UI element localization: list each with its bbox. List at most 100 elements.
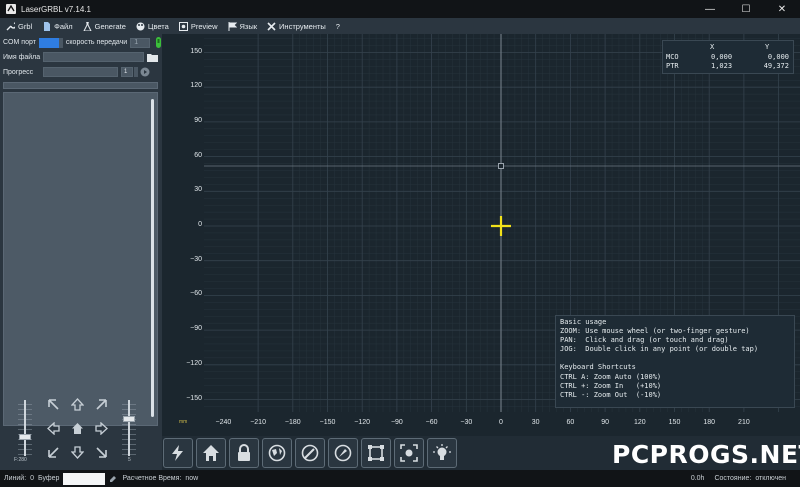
compass-icon	[301, 444, 319, 462]
jog-down-button[interactable]	[70, 445, 85, 460]
tools-icon	[267, 21, 276, 31]
x-tick-label: 60	[566, 419, 575, 426]
home-icon	[203, 445, 219, 461]
arrow-down-right-icon	[96, 447, 107, 458]
title-bar: LaserGRBL v7.14.1 — ☐ ✕	[0, 0, 800, 18]
filename-field[interactable]	[43, 52, 144, 62]
pointer-marker	[498, 163, 504, 169]
menu-label: Grbl	[18, 21, 33, 31]
globe-icon	[268, 444, 286, 462]
com-port-label: COM порт	[3, 39, 36, 46]
play-icon[interactable]	[140, 67, 150, 77]
focus-button[interactable]	[394, 438, 424, 468]
x-tick-label: 210	[738, 419, 750, 426]
menu-label: Файл	[54, 21, 73, 31]
y-tick-label: 30	[194, 186, 202, 194]
y-tick-label: −60	[190, 290, 202, 298]
jog-up-button[interactable]	[70, 397, 85, 412]
unlock-button[interactable]	[229, 438, 259, 468]
jog-down-left-button[interactable]	[46, 445, 61, 460]
y-tick-label: −90	[190, 325, 202, 333]
zero-position-button[interactable]	[295, 438, 325, 468]
menu-язык[interactable]: Язык	[228, 21, 257, 31]
x-tick-label: 150	[668, 419, 681, 426]
jog-left-button[interactable]	[46, 421, 61, 436]
coord-row-x: 0,000	[711, 53, 733, 61]
y-tick-label: −30	[190, 255, 202, 263]
y-tick-label: 120	[190, 82, 202, 90]
wrench-icon	[6, 21, 15, 30]
x-tick-label: −30	[460, 419, 473, 426]
frame-button[interactable]	[361, 438, 391, 468]
menu-label: ?	[335, 21, 340, 31]
lines-label: Линий:	[4, 475, 27, 482]
coord-y-header: Y	[765, 43, 770, 51]
minimize-button[interactable]: —	[692, 0, 728, 18]
jog-up-right-button[interactable]	[94, 397, 109, 412]
coord-row-name: MCO	[666, 53, 679, 61]
arrow-down-left-icon	[48, 447, 59, 458]
home-icon	[72, 423, 83, 434]
filename-label: Имя файла	[3, 53, 41, 61]
grbl-reset-button[interactable]	[163, 438, 193, 468]
file-icon	[44, 21, 51, 31]
app-logo-icon	[6, 4, 16, 14]
progress-spinner-icon[interactable]	[134, 67, 138, 77]
menu-grbl[interactable]: Grbl	[6, 22, 32, 31]
estimated-time-label: Расчетное Время:	[122, 475, 182, 482]
x-tick-label: −90	[390, 419, 403, 426]
progress-bar	[43, 67, 118, 77]
y-tick-label: 150	[190, 47, 202, 55]
jog-down-right-button[interactable]	[94, 445, 109, 460]
menu-файл[interactable]: Файл	[42, 21, 73, 31]
status-bar: Линий: 0 Буфер Расчетное Время: now 0.0h…	[0, 470, 800, 487]
hours-value: 0.0h	[690, 475, 705, 482]
window-title: LaserGRBL v7.14.1	[21, 4, 91, 14]
folder-icon[interactable]	[147, 53, 158, 62]
speed-value: F:280	[14, 457, 27, 463]
speed-slider[interactable]	[18, 400, 32, 456]
menu-preview[interactable]: Preview	[178, 21, 218, 31]
y-tick-label: −120	[186, 359, 202, 367]
step-slider[interactable]	[122, 400, 136, 456]
maximize-button[interactable]: ☐	[728, 0, 764, 18]
lightning-icon	[172, 445, 183, 461]
close-button[interactable]: ✕	[764, 0, 800, 18]
x-tick-label: −240	[215, 419, 232, 426]
y-tick-label: 60	[194, 151, 202, 159]
preview-canvas[interactable]: 150 120 90 60 30 0 −30 −60 −90 −120 −150 −240 −210 −…	[162, 34, 800, 436]
console-log[interactable]	[3, 92, 158, 426]
jog-up-left-button[interactable]	[46, 397, 61, 412]
menu-help[interactable]: ?	[336, 22, 340, 31]
pencil-icon[interactable]	[109, 475, 117, 483]
x-tick-label: −210	[250, 419, 266, 426]
x-tick-label: 180	[703, 419, 716, 426]
menu-цвета[interactable]: Цвета	[136, 22, 169, 31]
progress-count-field[interactable]: 1	[121, 67, 133, 77]
left-panel: COM порт скорость передачи 1 Имя файла П…	[0, 34, 162, 470]
flask-icon	[83, 21, 92, 31]
y-tick-label: −150	[186, 394, 202, 402]
jog-home-button[interactable]	[70, 421, 85, 436]
arrow-up-right-icon	[96, 399, 107, 410]
baud-rate-select[interactable]: 1	[130, 37, 151, 48]
menu-инструменты[interactable]: Инструменты	[267, 22, 326, 31]
lock-icon	[238, 444, 250, 461]
baud-rate-label: скорость передачи	[65, 39, 128, 46]
lines-value: 0	[30, 475, 35, 482]
console-scrollbar[interactable]	[151, 99, 154, 417]
help-overlay: Basic usage ZOOM: Use mouse wheel (or tw…	[555, 315, 795, 408]
laser-test-button[interactable]	[427, 438, 457, 468]
com-port-dropdown[interactable]	[58, 37, 63, 48]
set-origin-button[interactable]	[262, 438, 292, 468]
coordinates-panel: X Y MCO 0,000 0,000 PTR 1,023 49,372	[662, 40, 794, 74]
x-tick-label: −180	[284, 419, 301, 426]
jog-right-button[interactable]	[94, 421, 109, 436]
goto-origin-button[interactable]	[328, 438, 358, 468]
menu-generate[interactable]: Generate	[83, 21, 126, 31]
homing-button[interactable]	[196, 438, 226, 468]
coord-row-x: 1,023	[711, 62, 733, 70]
palette-icon	[136, 22, 145, 30]
menu-label: Инструменты	[279, 21, 326, 31]
com-port-select[interactable]	[38, 37, 59, 48]
